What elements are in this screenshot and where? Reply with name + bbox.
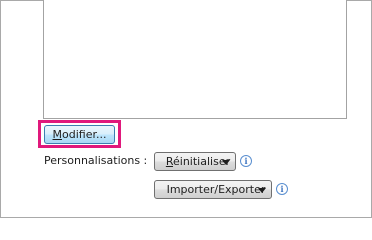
- reset-dropdown-button[interactable]: Réinitialiser: [154, 152, 236, 171]
- modify-button-label: Modifier...: [53, 126, 107, 144]
- customize-ribbon-dialog: Modifier... Personnalisations : Réinitia…: [0, 0, 372, 218]
- info-icon[interactable]: i: [240, 155, 252, 167]
- info-icon[interactable]: i: [276, 183, 288, 195]
- modify-button[interactable]: Modifier...: [44, 125, 115, 144]
- modify-button-mnemonic: M: [52, 128, 63, 141]
- reset-button-label: Réinitialiser: [166, 153, 230, 171]
- chevron-down-icon: [222, 160, 230, 165]
- chevron-down-icon: [258, 188, 266, 193]
- import-export-button-label: Importer/Exporter: [166, 183, 266, 196]
- modify-button-text: odifier...: [62, 128, 107, 141]
- reset-button-mnemonic: R: [165, 155, 174, 168]
- customization-list-box[interactable]: [43, 0, 347, 119]
- personalisations-label: Personnalisations :: [44, 154, 148, 167]
- import-export-dropdown-button[interactable]: Importer/Exporter: [154, 180, 272, 199]
